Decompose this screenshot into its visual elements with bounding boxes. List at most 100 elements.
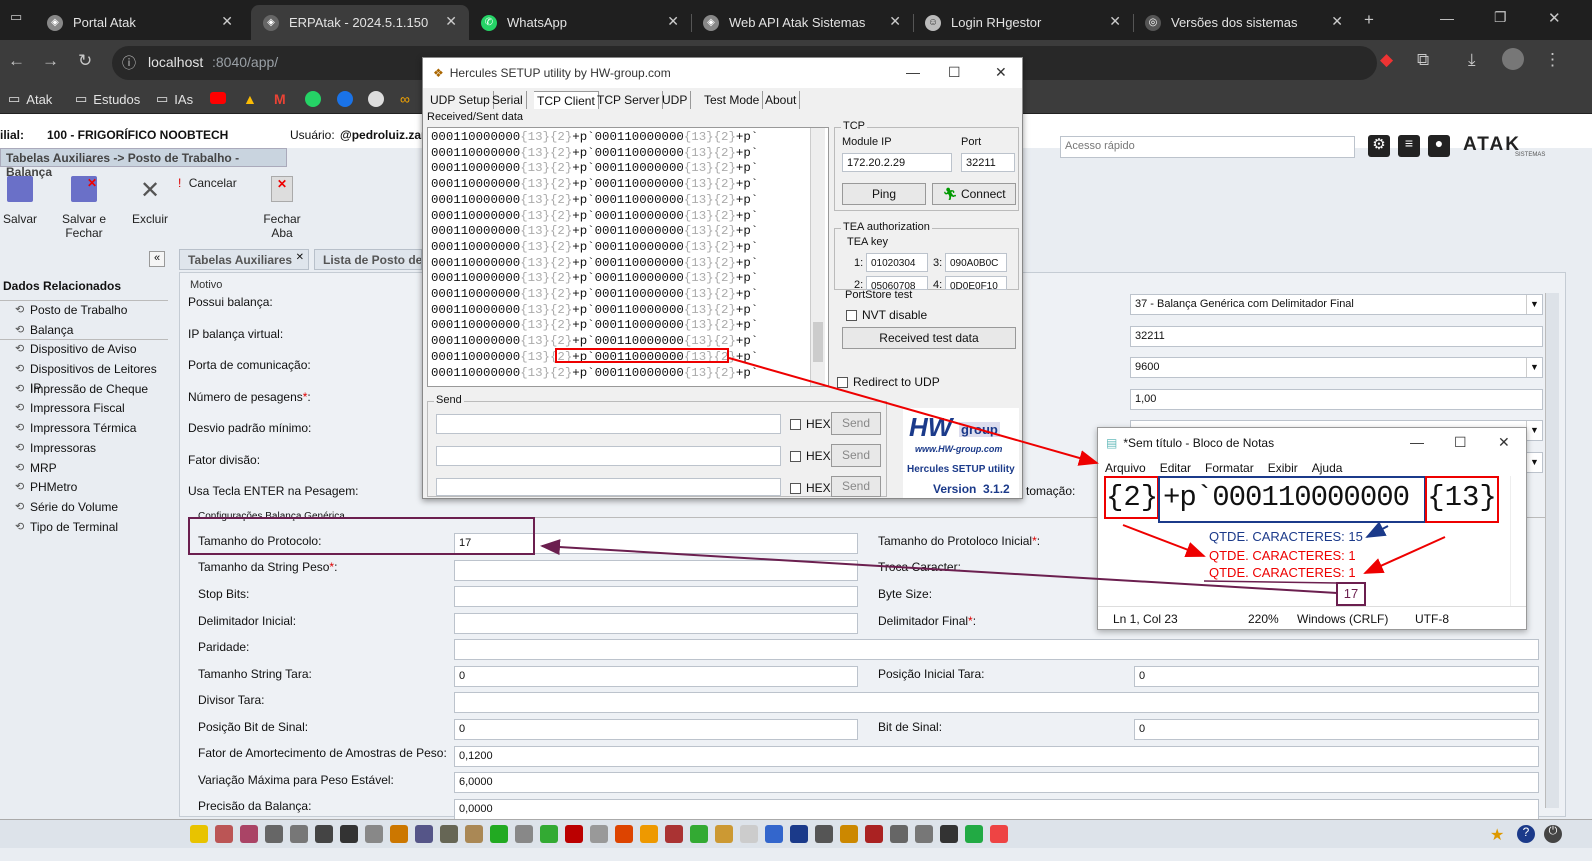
- toolbar-shortcut-icon[interactable]: [489, 825, 508, 843]
- toolbar-shortcut-icon[interactable]: [564, 825, 583, 843]
- youtube-icon[interactable]: [210, 92, 226, 104]
- sidebar-item[interactable]: Dispositivos de Leitores IP: [0, 360, 168, 395]
- toolbar-shortcut-icon[interactable]: [189, 825, 208, 843]
- hercules-tab[interactable]: UDP: [659, 91, 692, 109]
- send-button[interactable]: Send: [831, 412, 881, 435]
- connect-button[interactable]: 🏃︎ Connect: [932, 183, 1016, 205]
- toolbar-shortcut-icon[interactable]: [814, 825, 833, 843]
- tam-string-peso-input[interactable]: [454, 560, 858, 581]
- tea-key-2[interactable]: 05060708: [866, 276, 928, 290]
- sidebar-item[interactable]: PHMetro: [0, 478, 168, 498]
- delim-inicial-input[interactable]: [454, 613, 858, 634]
- restore-icon[interactable]: ❐: [1494, 9, 1507, 26]
- close-tab-icon[interactable]: ✕: [1109, 13, 1121, 30]
- bookmark-folder-estudos[interactable]: ▭ Estudos: [75, 91, 140, 107]
- hercules-tab[interactable]: TCP Server: [594, 91, 664, 109]
- tea-key-4[interactable]: 0D0E0F10: [945, 276, 1007, 290]
- toolbar-shortcut-icon[interactable]: [914, 825, 933, 843]
- divisor-tara-input[interactable]: [454, 692, 1539, 713]
- github-icon[interactable]: [368, 91, 384, 107]
- user-icon[interactable]: ●: [1428, 135, 1450, 157]
- sidebar-item[interactable]: Balança: [0, 321, 168, 341]
- cancel-button[interactable]: ! Cancelar: [178, 176, 240, 190]
- ping-button[interactable]: Ping: [842, 183, 926, 205]
- pos-inicial-tara-input[interactable]: 0: [1134, 666, 1539, 687]
- hercules-tab[interactable]: Test Mode: [701, 91, 764, 109]
- reload-icon[interactable]: ↻: [78, 51, 92, 71]
- toolbar-shortcut-icon[interactable]: [714, 825, 733, 843]
- tea-key-3[interactable]: 090A0B0C: [945, 253, 1007, 272]
- sidebar-item[interactable]: Impressora Fiscal: [0, 399, 168, 419]
- tea-key-1[interactable]: 01020304: [866, 253, 928, 272]
- send-input-2[interactable]: [436, 446, 781, 466]
- new-tab-icon[interactable]: +: [1364, 10, 1374, 30]
- gmail-icon[interactable]: M: [274, 91, 286, 107]
- toolbar-shortcut-icon[interactable]: [214, 825, 233, 843]
- hex-checkbox[interactable]: HEX: [790, 417, 831, 431]
- browser-tab[interactable]: ◈ Portal Atak ✕: [35, 5, 245, 40]
- close-icon[interactable]: ✕: [1498, 434, 1510, 451]
- close-tab-button[interactable]: ✕ Fechar Aba: [252, 176, 312, 240]
- num-pesagens-input[interactable]: 1,00: [1130, 389, 1543, 410]
- notepad-menu-item[interactable]: Formatar: [1205, 461, 1254, 475]
- toolbar-shortcut-icon[interactable]: [439, 825, 458, 843]
- toolbar-shortcut-icon[interactable]: [464, 825, 483, 843]
- close-tab-icon[interactable]: ✕: [221, 13, 233, 30]
- close-tab-icon[interactable]: ✕: [445, 13, 457, 30]
- paridade-input[interactable]: [454, 639, 1539, 660]
- redirect-udp-checkbox[interactable]: Redirect to UDP: [837, 375, 940, 389]
- balanca-select[interactable]: 37 - Balança Genérica com Delimitador Fi…: [1130, 294, 1543, 315]
- download-icon[interactable]: ⤓: [1468, 50, 1476, 70]
- send-button[interactable]: Send: [831, 476, 881, 497]
- toolbar-shortcut-icon[interactable]: [789, 825, 808, 843]
- sidebar-item[interactable]: Tipo de Terminal: [0, 518, 168, 538]
- tab-search-icon[interactable]: ▭: [10, 9, 22, 25]
- module-ip-input[interactable]: 172.20.2.29: [842, 153, 952, 172]
- whatsapp-icon[interactable]: [305, 91, 321, 107]
- nvt-checkbox[interactable]: NVT disable: [846, 308, 927, 322]
- menu-dots-icon[interactable]: ⋮: [1544, 50, 1561, 70]
- toolbar-shortcut-icon[interactable]: [939, 825, 958, 843]
- minimize-icon[interactable]: —: [1410, 434, 1424, 450]
- stop-bits-input[interactable]: [454, 586, 858, 607]
- toolbar-shortcut-icon[interactable]: [839, 825, 858, 843]
- toolbar-shortcut-icon[interactable]: [664, 825, 683, 843]
- toolbar-shortcut-icon[interactable]: [389, 825, 408, 843]
- toolbar-shortcut-icon[interactable]: [539, 825, 558, 843]
- browser-tab[interactable]: ◎ Versões dos sistemas ✕: [1133, 5, 1355, 40]
- close-icon[interactable]: ✕: [995, 64, 1007, 81]
- toolbar-shortcut-icon[interactable]: [989, 825, 1008, 843]
- send-button[interactable]: Send: [831, 444, 881, 467]
- sidebar-item[interactable]: Impressoras: [0, 439, 168, 459]
- close-window-icon[interactable]: ✕: [1548, 9, 1561, 27]
- toolbar-shortcut-icon[interactable]: [864, 825, 883, 843]
- toolbar-shortcut-icon[interactable]: [414, 825, 433, 843]
- toolbar-shortcut-icon[interactable]: [514, 825, 533, 843]
- help-icon[interactable]: ?: [1517, 825, 1535, 843]
- sidebar-item[interactable]: MRP: [0, 459, 168, 479]
- toolbar-shortcut-icon[interactable]: [589, 825, 608, 843]
- close-tab-icon[interactable]: ✕: [889, 13, 901, 30]
- send-input-1[interactable]: [436, 414, 781, 434]
- drive-icon[interactable]: ▲: [243, 91, 257, 107]
- sidebar-item[interactable]: Posto de Trabalho: [0, 301, 168, 321]
- toolbar-shortcut-icon[interactable]: [314, 825, 333, 843]
- ip-balanca-input[interactable]: 32211: [1130, 326, 1543, 347]
- star-icon[interactable]: ★: [1490, 825, 1508, 844]
- toolbar-shortcut-icon[interactable]: [339, 825, 358, 843]
- c-icon[interactable]: [337, 91, 353, 107]
- toolbar-shortcut-icon[interactable]: [264, 825, 283, 843]
- notepad-scrollbar[interactable]: [1510, 476, 1526, 606]
- bookmark-folder-atak[interactable]: ▭ Atak: [8, 91, 52, 107]
- sidebar-item[interactable]: Série do Volume: [0, 498, 168, 518]
- save-button[interactable]: Salvar: [2, 176, 38, 226]
- porta-select[interactable]: 9600 ▼: [1130, 357, 1543, 378]
- tab-lista-posto[interactable]: Lista de Posto de T: [314, 249, 422, 270]
- toolbar-shortcut-icon[interactable]: [364, 825, 383, 843]
- delete-button[interactable]: ✕ Excluir: [130, 176, 170, 226]
- close-tab-icon[interactable]: ✕: [667, 13, 679, 30]
- extension-icon[interactable]: ◆: [1380, 50, 1393, 70]
- browser-tab[interactable]: ◈ Web API Atak Sistemas ✕: [691, 5, 913, 40]
- minimize-icon[interactable]: —: [906, 64, 920, 80]
- notepad-menu-item[interactable]: Arquivo: [1105, 461, 1146, 475]
